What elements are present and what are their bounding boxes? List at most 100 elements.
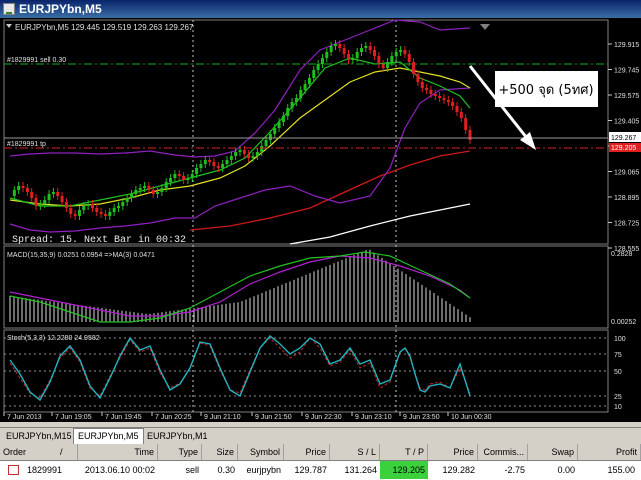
candle-body: [338, 44, 342, 48]
candle-body: [346, 54, 350, 60]
chart-tabs: EURJPYbn,M15 EURJPYbn,M5 EURJPYbn,M1: [0, 427, 641, 444]
table-row[interactable]: 1829991 2013.06.10 00:02 sell 0.30 eurjp…: [0, 461, 641, 479]
candle-body: [281, 116, 285, 122]
candle-body: [251, 156, 255, 158]
chart-canvas[interactable]: +500 จุด (5ทศ) EURJPYbn,M5 129.445 129.5…: [0, 18, 641, 422]
candle-body: [459, 112, 463, 118]
cell-price: 129.787: [294, 465, 327, 475]
candle-body: [360, 48, 364, 52]
candle-body: [99, 212, 103, 214]
candle-body: [56, 192, 60, 196]
window-title: EURJPYbn,M5: [19, 2, 102, 16]
candle-body: [234, 152, 238, 156]
time-axis: 7 Jun 2013 7 Jun 19:05 7 Jun 19:45 7 Jun 20…: [3, 412, 492, 421]
col-type[interactable]: Type: [158, 444, 202, 460]
candle-body: [438, 96, 442, 98]
col-size[interactable]: Size: [202, 444, 238, 460]
candle-body: [186, 178, 190, 180]
candle-body: [90, 204, 94, 208]
candle-body: [446, 100, 450, 102]
candle-body: [134, 190, 138, 194]
candle-body: [368, 46, 372, 50]
cell-type: sell: [185, 465, 199, 475]
stoch-tick-label: 100: [614, 336, 626, 343]
main-pane-border: [3, 19, 609, 245]
candle-body: [455, 106, 459, 112]
candle-body: [294, 98, 298, 102]
annotation-text: +500 จุด (5ทศ): [498, 83, 593, 98]
cell-commission: -2.75: [504, 465, 525, 475]
macd-axis-top: 0.2828: [611, 251, 633, 258]
candle-body: [268, 134, 272, 140]
stoch-tick-label: 10: [614, 404, 622, 411]
candle-body: [333, 44, 337, 46]
stoch-levels: [4, 337, 608, 407]
candle-body: [416, 74, 420, 82]
ma-long-line: [289, 203, 471, 245]
col-order[interactable]: Order /: [0, 444, 78, 460]
cell-current-price: 129.282: [442, 465, 475, 475]
cell-order: 1829991: [27, 465, 63, 475]
chart-menu-icon[interactable]: [6, 24, 12, 28]
cell-swap: 0.00: [557, 465, 575, 475]
candle-body: [147, 186, 151, 190]
col-time[interactable]: Time: [78, 444, 158, 460]
candle-body: [47, 194, 51, 200]
col-sort-label: /: [60, 447, 63, 457]
candle-body: [173, 174, 177, 178]
col-price[interactable]: Price: [284, 444, 330, 460]
col-swap[interactable]: Swap: [528, 444, 578, 460]
col-commission[interactable]: Commis...: [478, 444, 528, 460]
candle-body: [177, 174, 181, 176]
cell-profit: 155.00: [607, 465, 635, 475]
candle-body: [86, 204, 90, 206]
candle-body: [203, 160, 207, 164]
col-sl[interactable]: S / L: [330, 444, 380, 460]
candle-body: [17, 186, 21, 190]
candle-body: [364, 46, 368, 48]
ma-mid-line: [189, 150, 471, 231]
stoch-axis: 100 75 50 25 10: [614, 336, 626, 411]
candle-body: [316, 64, 320, 70]
candle-body: [182, 176, 186, 180]
tab-m1[interactable]: EURJPYbn,M1: [143, 429, 212, 443]
time-tick-label: 9 Jun 23:50: [403, 414, 440, 421]
chart-area[interactable]: +500 จุด (5ทศ) EURJPYbn,M5 129.445 129.5…: [0, 18, 641, 422]
sell-order-icon: [8, 465, 19, 475]
candle-body: [451, 102, 455, 106]
candle-body: [238, 150, 242, 152]
candle-body: [38, 204, 42, 206]
candle-body: [138, 188, 142, 190]
macd-label: MACD(15,35,9) 0.0251 0.0954 =>MA(3) 0.04…: [7, 252, 155, 259]
stoch-tick-label: 75: [614, 352, 622, 359]
col-tp[interactable]: T / P: [380, 444, 428, 460]
candle-body: [307, 78, 311, 84]
candle-body: [386, 62, 390, 68]
cell-symbol: eurjpybn: [246, 465, 281, 475]
candle-body: [377, 56, 381, 64]
stoch-signal-line: [9, 337, 471, 399]
orders-table-header: Order / Time Type Size Symbol Price S / …: [0, 444, 641, 461]
candle-body: [290, 102, 294, 108]
stoch-tick-label: 50: [614, 369, 622, 376]
time-tick-label: 10 Jun 00:30: [451, 414, 492, 421]
ma-short-green: [9, 57, 471, 207]
col-current-price[interactable]: Price: [428, 444, 478, 460]
candle-body: [329, 46, 333, 52]
window-title-bar[interactable]: EURJPYbn,M5: [0, 0, 641, 18]
candle-body: [420, 82, 424, 88]
candle-body: [199, 164, 203, 168]
price-tick-label: 129.065: [614, 170, 639, 177]
candle-body: [299, 90, 303, 98]
col-order-label: Order: [3, 447, 27, 457]
candle-body: [355, 52, 359, 58]
tab-m15[interactable]: EURJPYbn,M15: [2, 429, 76, 443]
candle-body: [412, 62, 416, 74]
candle-body: [229, 156, 233, 160]
col-profit[interactable]: Profit: [578, 444, 641, 460]
col-symbol[interactable]: Symbol: [238, 444, 284, 460]
orders-table: Order / Time Type Size Symbol Price S / …: [0, 444, 641, 480]
tab-m5[interactable]: EURJPYbn,M5: [73, 428, 144, 444]
candle-body: [130, 194, 134, 198]
chart-shift-marker[interactable]: [480, 24, 490, 30]
